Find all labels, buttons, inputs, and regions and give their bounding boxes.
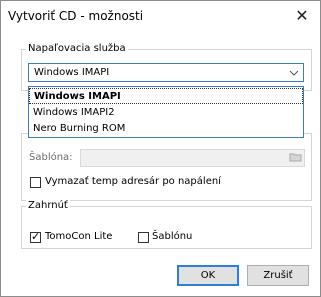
tomocon-label: TomoCon Lite [45,231,113,242]
template-path-field[interactable] [80,149,305,167]
folder-browse-icon[interactable] [289,151,303,163]
clear-temp-label: Vymazať temp adresár po napálení [45,176,221,187]
template-include-checkbox[interactable] [138,232,149,243]
window-title: Vytvoriť CD - možnosti [8,9,144,23]
dialog-window: Vytvoriť CD - možnosti ✕ Napaľovacia slu… [0,0,321,297]
template-group [21,133,312,201]
burn-service-dropdown-list: Windows IMAPI Windows IMAPI2 Nero Burnin… [28,86,304,138]
burn-service-select[interactable]: Windows IMAPI [28,63,304,82]
include-group [21,206,312,249]
clear-temp-checkbox[interactable] [30,177,41,188]
include-group-label: Zahrnúť [26,200,70,211]
check-icon: ✓ [31,230,41,243]
title-bar: Vytvoriť CD - možnosti ✕ [1,1,320,31]
cancel-button[interactable]: Zrušiť [247,265,309,286]
burn-service-option[interactable]: Nero Burning ROM [29,121,303,137]
burn-service-selected-value: Windows IMAPI [34,67,110,78]
tomocon-checkbox[interactable]: ✓ [30,230,41,243]
template-include-label: Šablónu [152,231,193,242]
burn-service-option[interactable]: Windows IMAPI2 [29,105,303,121]
burn-service-group-label: Napaľovacia služba [26,43,128,54]
ok-button[interactable]: OK [177,265,239,286]
burn-service-option[interactable]: Windows IMAPI [29,88,303,104]
close-button[interactable]: ✕ [288,4,316,28]
chevron-down-icon [289,64,299,84]
template-label: Šablóna: [29,152,73,163]
